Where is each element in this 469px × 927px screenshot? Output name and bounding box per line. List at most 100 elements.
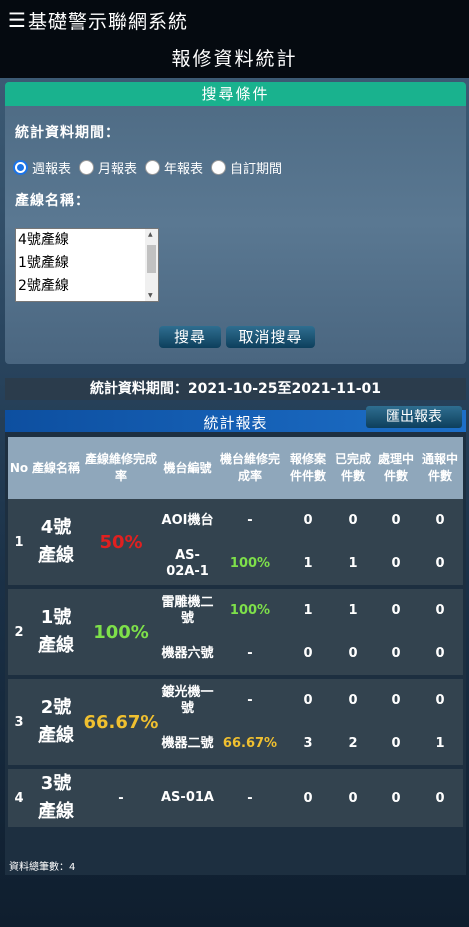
machine-rate: - [215,769,285,827]
done-count: 2 [331,722,375,765]
scroll-up-icon[interactable]: ▲ [148,231,153,238]
search-panel-title: 搜尋條件 [5,82,466,106]
notifying-count: 0 [417,632,463,675]
report-panel: 統計報表 匯出報表 No 產線名稱 產線維修完成率 機台編號 機台維修完成率 報… [5,406,466,875]
period-display: 統計資料期間：2021-10-25至2021-11-01 [5,378,466,400]
col-line-rate: 產線維修完成率 [82,437,160,499]
reported-count: 3 [285,722,331,765]
machine-id: 機器二號 [160,722,215,765]
line-name: 4號 產線 [30,499,82,585]
menu-icon[interactable]: ☰ [8,8,26,32]
reported-count: 0 [285,769,331,827]
machine-id: AOI機台 [160,499,215,542]
reported-count: 1 [285,589,331,632]
scroll-down-icon[interactable]: ▼ [148,292,153,299]
list-item[interactable]: 2號產線 [16,275,158,298]
top-bar: ☰ 基礎警示聯網系統 [0,0,469,40]
done-count: 1 [331,542,375,585]
total-records: 資料總筆數：4 [9,862,76,873]
period-radio-group: 週報表 月報表 年報表 自訂期間 [13,158,290,177]
radio-dot[interactable] [211,160,227,175]
col-notifying: 通報中件數 [417,437,463,499]
row-no: 2 [8,589,30,675]
radio-dot[interactable] [145,160,161,175]
done-count: 0 [331,632,375,675]
notifying-count: 0 [417,589,463,632]
line-rate: - [82,769,160,827]
notifying-count: 0 [417,679,463,722]
machine-rate: - [215,632,285,675]
machine-rate: 100% [215,542,285,585]
page-title: 報修資料統計 [0,40,469,78]
machine-rate: 100% [215,589,285,632]
line-name: 3號 產線 [30,769,82,827]
line-rate: 66.67% [82,679,160,765]
app-title: 基礎警示聯網系統 [27,10,188,33]
machine-rate: - [215,679,285,722]
machine-rate: 66.67% [215,722,285,765]
processing-count: 0 [375,589,417,632]
col-processing: 處理中件數 [375,437,417,499]
machine-id: 機器六號 [160,632,215,675]
machine-id: AS-02A-1 [160,542,215,585]
notifying-count: 1 [417,722,463,765]
machine-rate: - [215,499,285,542]
table-header-row: No 產線名稱 產線維修完成率 機台編號 機台維修完成率 報修案件件數 已完成件… [8,437,463,499]
radio-dot[interactable] [79,160,95,175]
col-machine-rate: 機台維修完成率 [215,437,285,499]
machine-id: 鍍光機一號 [160,679,215,722]
col-done: 已完成件數 [331,437,375,499]
period-label: 統計資料期間： [15,125,120,141]
done-count: 0 [331,769,375,827]
reported-count: 1 [285,542,331,585]
export-report-button[interactable]: 匯出報表 [366,406,462,428]
processing-count: 0 [375,542,417,585]
table-row: 4 3號 產線 - AS-01A - 0 0 0 0 [8,769,463,827]
radio-monthly[interactable]: 月報表 [79,158,137,177]
search-button[interactable]: 搜尋 [159,326,221,348]
search-panel: 搜尋條件 統計資料期間： 週報表 月報表 年報表 自訂期間 產線名稱： 4號產線… [5,82,466,364]
processing-count: 0 [375,679,417,722]
scrollbar-thumb[interactable] [147,245,156,273]
report-table: No 產線名稱 產線維修完成率 機台編號 機台維修完成率 報修案件件數 已完成件… [8,437,463,827]
table-row: 1 4號 產線 50% AOI機台 - 0 0 0 0 [8,499,463,585]
line-listbox[interactable]: 4號產線 1號產線 2號產線 ▲ ▼ [15,228,159,302]
radio-dot-checked[interactable] [13,160,28,175]
line-name: 2號 產線 [30,679,82,765]
done-count: 0 [331,499,375,542]
done-count: 0 [331,679,375,722]
processing-count: 0 [375,722,417,765]
row-no: 1 [8,499,30,585]
processing-count: 0 [375,769,417,827]
list-item[interactable]: 1號產線 [16,252,158,275]
processing-count: 0 [375,632,417,675]
reported-count: 0 [285,632,331,675]
line-rate: 50% [82,499,160,585]
machine-id: 雷雕機二號 [160,589,215,632]
cancel-search-button[interactable]: 取消搜尋 [226,326,315,348]
radio-yearly[interactable]: 年報表 [145,158,203,177]
notifying-count: 0 [417,542,463,585]
line-label: 產線名稱： [15,193,90,209]
reported-count: 0 [285,499,331,542]
line-name: 1號 產線 [30,589,82,675]
table-row: 2 1號 產線 100% 雷雕機二號 100% 1 1 0 0 [8,589,463,675]
col-line-name: 產線名稱 [30,437,82,499]
list-item[interactable]: 4號產線 [16,229,158,252]
radio-weekly[interactable]: 週報表 [13,158,71,177]
machine-id: AS-01A [160,769,215,827]
col-no: No [8,437,30,499]
radio-custom[interactable]: 自訂期間 [211,158,282,177]
reported-count: 0 [285,679,331,722]
listbox-scrollbar[interactable]: ▲ ▼ [145,229,158,301]
col-reported: 報修案件件數 [285,437,331,499]
notifying-count: 0 [417,769,463,827]
notifying-count: 0 [417,499,463,542]
page-body: 搜尋條件 統計資料期間： 週報表 月報表 年報表 自訂期間 產線名稱： 4號產線… [0,78,469,927]
col-machine-id: 機台編號 [160,437,215,499]
row-no: 4 [8,769,30,827]
table-row: 3 2號 產線 66.67% 鍍光機一號 - 0 0 0 0 [8,679,463,765]
line-rate: 100% [82,589,160,675]
processing-count: 0 [375,499,417,542]
row-no: 3 [8,679,30,765]
